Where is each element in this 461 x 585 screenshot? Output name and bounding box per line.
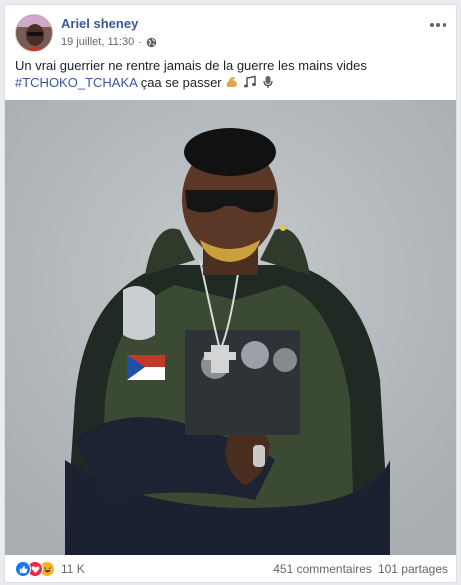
like-reaction-icon — [15, 561, 31, 577]
globe-icon[interactable] — [146, 37, 157, 48]
reaction-count: 11 K — [61, 562, 85, 576]
photo-image — [5, 100, 456, 555]
comments-count-link[interactable]: 451 commentaires — [273, 562, 372, 576]
flexed-biceps-icon — [227, 77, 238, 87]
more-options-button[interactable] — [428, 18, 448, 32]
post-date[interactable]: 19 juillet, 11:30 — [61, 36, 134, 48]
post-header: Ariel sheney 19 juillet, 11:30 · — [15, 14, 448, 54]
post-photo[interactable] — [5, 100, 456, 555]
post-text-tail: çaa se passer — [137, 75, 226, 90]
hashtag-link[interactable]: #TCHOKO_TCHAKA — [15, 75, 137, 90]
post-footer: 11 K 451 commentaires 101 partages — [15, 560, 448, 578]
dot-icon — [442, 23, 446, 27]
post-text-line-2: #TCHOKO_TCHAKA çaa se passer — [15, 74, 448, 91]
post-text: Un vrai guerrier ne rentre jamais de la … — [15, 57, 448, 91]
post-stats: 451 commentaires 101 partages — [273, 562, 448, 576]
dot-icon — [430, 23, 434, 27]
microphone-icon — [262, 76, 273, 88]
meta-separator: · — [138, 36, 142, 48]
musical-notes-icon — [243, 75, 256, 88]
shares-count-link[interactable]: 101 partages — [378, 562, 448, 576]
author-name[interactable]: Ariel sheney — [61, 16, 138, 31]
reactions-summary[interactable]: 11 K — [15, 561, 85, 577]
post-meta: 19 juillet, 11:30 · — [61, 36, 157, 48]
facebook-post: Ariel sheney 19 juillet, 11:30 · Un vrai… — [4, 4, 457, 583]
dot-icon — [436, 23, 440, 27]
post-text-line: Un vrai guerrier ne rentre jamais de la … — [15, 58, 367, 73]
avatar-image — [16, 15, 52, 51]
author-avatar[interactable] — [15, 14, 53, 52]
